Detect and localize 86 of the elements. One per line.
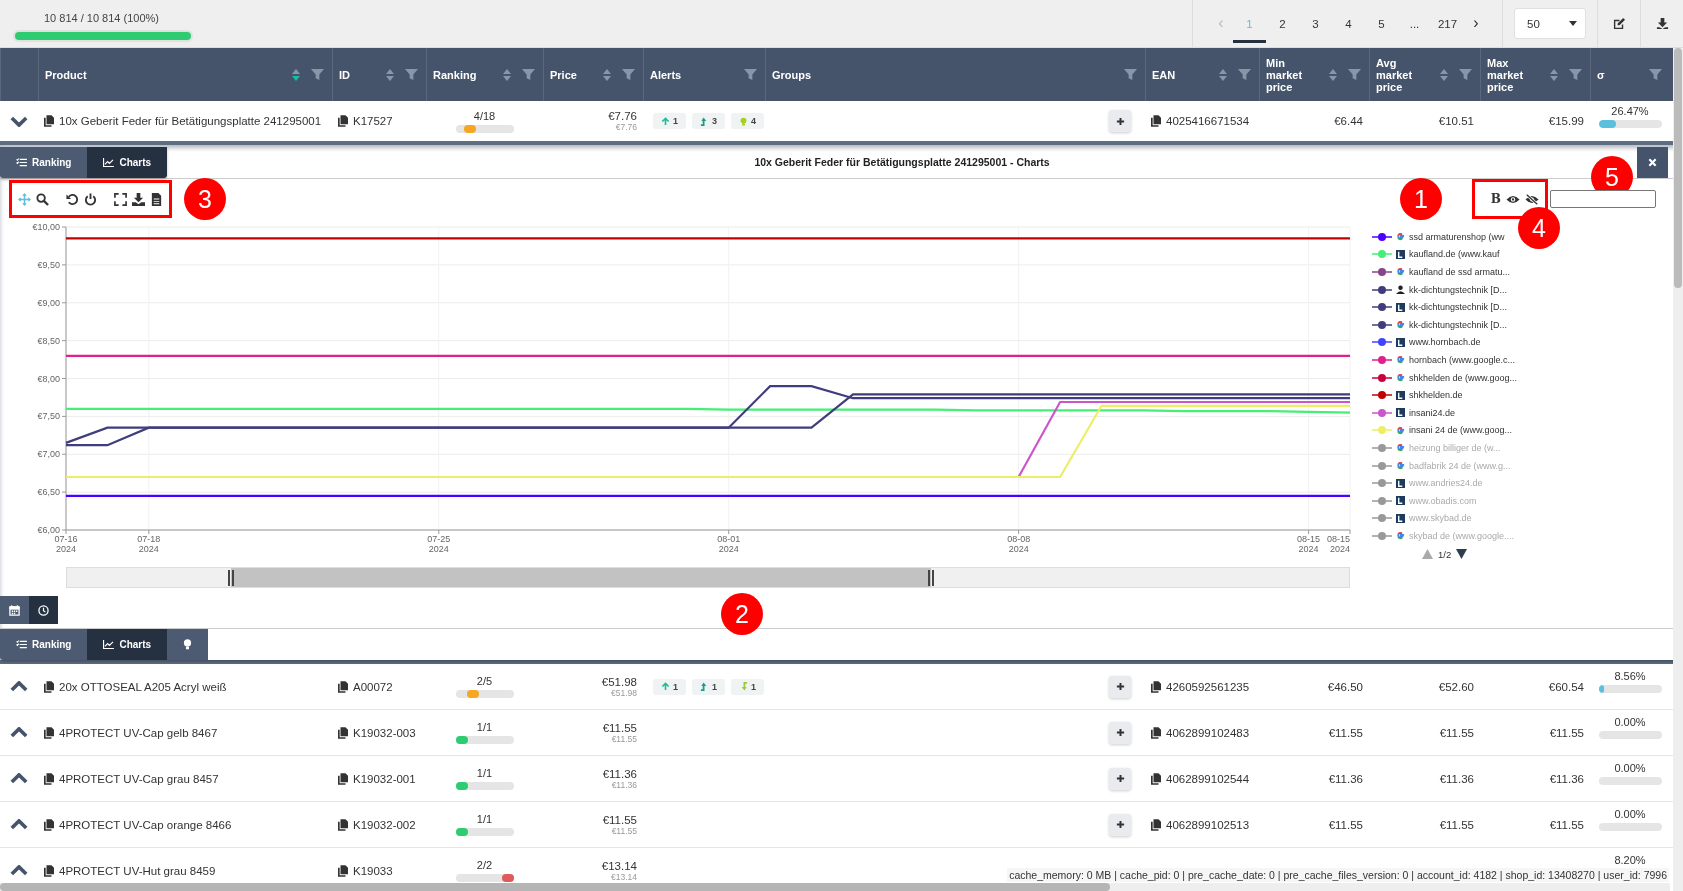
max-price: €11.36	[1549, 772, 1584, 785]
avg-price: €11.55	[1439, 726, 1474, 739]
previous-price-text: €7.76	[615, 122, 637, 132]
product-name: 4PROTECT UV-Cap grau 8457	[59, 772, 219, 785]
axis-label: 07-18 2024	[137, 534, 161, 554]
alert-count: 1	[673, 681, 678, 692]
ean-code: 4025416671534	[1166, 115, 1250, 127]
previous-price-text: €11.36	[611, 779, 637, 790]
previous-price-text: €11.55	[611, 825, 637, 836]
ean-code: 4260592561235	[1166, 680, 1250, 693]
product-name: 4PROTECT UV-Hut grau 8459	[59, 864, 216, 877]
ranking-text: 2/5	[476, 675, 493, 687]
callout-badge: 4	[1517, 207, 1560, 249]
previous-price-text: €51.98	[611, 687, 637, 698]
legend-page-text: 1/2	[1438, 548, 1452, 560]
alert-count: 4	[751, 116, 757, 126]
panel-title: 10x Geberit Feder für Betätigungsplatte 241295001 - Charts	[753, 156, 1051, 168]
ranking-text: 1/1	[476, 721, 493, 733]
axis-label: 08-15 2024	[1326, 534, 1350, 554]
min-price: €11.36	[1328, 772, 1363, 785]
axis-label: 08-08 2024	[1007, 534, 1031, 554]
axis-label: €7,00	[37, 449, 60, 460]
price-text: €11.36	[602, 767, 637, 780]
min-price: €11.55	[1328, 726, 1363, 739]
alert-count: 1	[712, 681, 718, 692]
max-price: €11.55	[1549, 818, 1584, 831]
alert-count: 1	[673, 116, 678, 126]
min-price: €46.50	[1327, 680, 1363, 693]
ranking-text: 2/2	[476, 859, 493, 871]
deviation-text: 26.47%	[1611, 105, 1649, 117]
avg-price: €11.36	[1439, 772, 1474, 785]
max-price: €11.55	[1549, 726, 1584, 739]
ean-code: 4062899102483	[1166, 726, 1250, 739]
product-id: K17527	[353, 115, 393, 127]
product-id: K19033	[353, 864, 393, 877]
previous-price-text: €13.14	[611, 871, 637, 882]
product-name: 10x Geberit Feder für Betätigungsplatte 241295001	[59, 115, 322, 127]
ean-code: 4062899102544	[1166, 772, 1250, 785]
callout-badge: 3	[184, 178, 226, 220]
price-text: €13.14	[601, 859, 637, 872]
avg-price: €10.51	[1438, 115, 1474, 127]
price-text: €51.98	[601, 675, 637, 688]
max-price: €60.54	[1548, 680, 1584, 693]
deviation-text: 8.56%	[1614, 670, 1646, 682]
deviation-text: 0.00%	[1614, 716, 1646, 728]
axis-label: 07-16 2024	[54, 534, 78, 554]
callout-badge: 2	[721, 593, 763, 635]
ranking-text: 1/1	[476, 813, 493, 825]
product-id: K19032-002	[353, 818, 416, 831]
product-name: 4PROTECT UV-Cap gelb 8467	[59, 726, 218, 739]
avg-price: €11.55	[1439, 818, 1474, 831]
ranking-text: 4/18	[473, 109, 496, 122]
product-id: A00072	[353, 680, 393, 693]
deviation-text: 8.20%	[1614, 854, 1646, 866]
axis-label: €6,00	[37, 525, 60, 535]
previous-price-text: €11.55	[611, 733, 637, 744]
axis-label: €9,00	[37, 297, 60, 308]
ranking-text: 1/1	[476, 767, 493, 779]
alert-count: 1	[751, 681, 757, 692]
product-id: K19032-003	[353, 726, 416, 739]
avg-price: €52.60	[1438, 680, 1474, 693]
max-price: €15.99	[1548, 115, 1584, 127]
axis-label: 08-01 2024	[717, 534, 741, 554]
min-price: €11.55	[1328, 818, 1363, 831]
ean-code: 4062899102513	[1166, 818, 1250, 831]
deviation-text: 0.00%	[1614, 808, 1646, 820]
axis-label: €9,50	[37, 259, 60, 270]
price-text: €11.55	[602, 721, 637, 734]
axis-label: €10,00	[32, 222, 60, 232]
product-id: K19032-001	[353, 772, 416, 785]
status-text: cache_memory: 0 MB | cache_pid: 0 | pre_cache_date: 0 | pre_cache_files_version: 0 | account_id: 4182 | shop_id: 13408270 | user_id: 7996	[1007, 868, 1669, 882]
callout-badge: 1	[1399, 178, 1442, 220]
alert-count: 3	[712, 116, 718, 126]
min-price: €6.44	[1334, 115, 1363, 127]
price-text: €11.55	[602, 813, 637, 826]
axis-label: €8,50	[37, 335, 60, 346]
product-name: 4PROTECT UV-Cap orange 8466	[59, 818, 232, 831]
axis-label: €8,00	[37, 373, 60, 384]
axis-label: 07-25 2024	[427, 534, 451, 554]
price-text: €7.76	[608, 110, 637, 122]
product-name: 20x OTTOSEAL A205 Acryl weiß	[59, 680, 227, 693]
deviation-text: 0.00%	[1614, 762, 1646, 774]
axis-label: €6,50	[37, 487, 60, 498]
axis-label: €7,50	[37, 411, 60, 422]
progress-text: 10 814 / 10 814 (100%)	[44, 12, 160, 24]
axis-label: 08-15 2024	[1297, 534, 1321, 554]
